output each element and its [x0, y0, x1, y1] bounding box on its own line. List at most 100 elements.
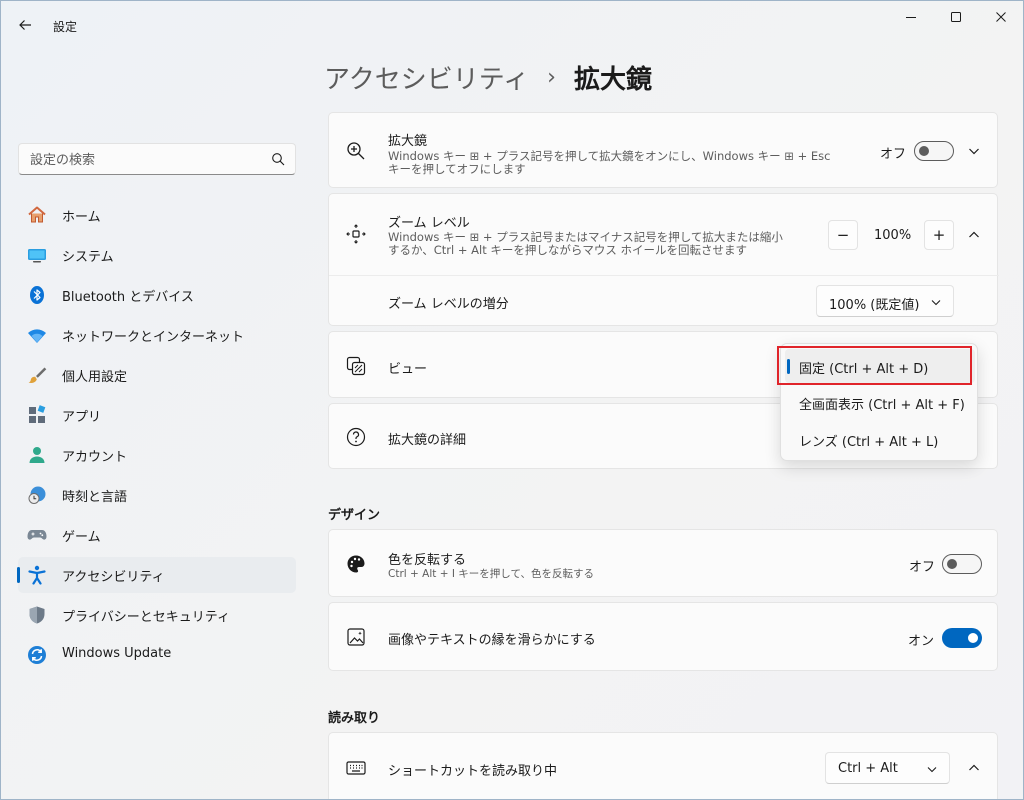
magnifier-card[interactable]: 拡大鏡 Windows キー ⊞ + プラス記号を押して拡大鏡をオンにし、Win… [328, 112, 998, 188]
chevron-down-icon [931, 300, 941, 306]
palette-icon [347, 555, 365, 573]
update-icon [28, 646, 46, 664]
zoom-level-title: ズーム レベル [388, 216, 470, 231]
help-icon [346, 427, 366, 447]
sidebar-item-label: プライバシーとセキュリティ [62, 610, 230, 625]
magnifier-title: 拡大鏡 [388, 134, 428, 149]
view-option-label: レンズ (Ctrl + Alt + L) [799, 435, 939, 450]
sidebar-item-home[interactable]: ホーム [18, 197, 296, 233]
zoom-level-card: ズーム レベル Windows キー ⊞ + プラス記号またはマイナス記号を押し… [328, 193, 999, 326]
invert-colors-title: 色を反転する [388, 553, 467, 568]
smooth-edges-toggle[interactable] [942, 628, 982, 648]
sidebar-item-label: システム [62, 250, 114, 265]
close-icon [996, 12, 1006, 22]
sidebar-nav: ホーム システム Bluetooth とデバイス ネットワークとインターネット … [17, 197, 296, 677]
magnifier-toggle-label: オフ [880, 147, 907, 162]
chevron-up-icon[interactable] [966, 227, 982, 243]
sidebar-item-accessibility[interactable]: アクセシビリティ [17, 557, 296, 593]
minimize-icon [906, 17, 916, 18]
view-layers-icon [346, 356, 366, 376]
zoom-decrease-button[interactable]: − [828, 220, 858, 250]
breadcrumb-separator: › [547, 64, 556, 90]
sidebar-item-label: アカウント [62, 450, 128, 465]
reading-shortcut-title: ショートカットを読み取り中 [388, 764, 558, 779]
view-title: ビュー [388, 362, 428, 377]
sidebar-item-label: ネットワークとインターネット [62, 330, 245, 345]
magnifier-toggle[interactable] [914, 141, 954, 161]
zoom-increment-dropdown[interactable]: 100% (既定値) [816, 285, 954, 317]
sidebar-item-label: Bluetooth とデバイス [62, 290, 194, 305]
maximize-icon [951, 12, 961, 22]
chevron-up-icon[interactable] [966, 760, 982, 776]
sidebar-item-time-language[interactable]: 時刻と言語 [18, 477, 296, 513]
image-icon [347, 628, 365, 646]
sidebar-item-accounts[interactable]: アカウント [18, 437, 296, 473]
sidebar-item-label: ホーム [62, 210, 101, 225]
zoom-increment-value: 100% (既定値) [829, 298, 920, 313]
invert-colors-toggle-label: オフ [909, 560, 936, 575]
breadcrumb-parent[interactable]: アクセシビリティ [324, 59, 529, 96]
zoom-increase-button[interactable]: + [924, 220, 954, 250]
apps-icon [29, 405, 46, 423]
sidebar-item-personalization[interactable]: 個人用設定 [18, 357, 296, 393]
annotation-highlight-box [777, 346, 972, 385]
sidebar-item-label: アクセシビリティ [62, 570, 165, 585]
sidebar-item-windows-update[interactable]: Windows Update [18, 637, 296, 673]
invert-colors-desc: Ctrl + Alt + I キーを押して、色を反転する [388, 568, 594, 580]
zoom-increment-title: ズーム レベルの増分 [388, 297, 509, 312]
chevron-down-icon[interactable] [966, 143, 982, 159]
minus-icon: − [836, 226, 850, 244]
zoom-in-icon [347, 142, 365, 160]
smooth-edges-card: 画像やテキストの縁を滑らかにする オン [328, 602, 998, 671]
chevron-down-icon [927, 767, 937, 773]
smooth-edges-title: 画像やテキストの縁を滑らかにする [388, 633, 596, 648]
card-divider [329, 275, 999, 276]
back-arrow-icon [19, 20, 31, 30]
search-icon[interactable] [271, 152, 285, 166]
keyboard-icon [346, 761, 366, 775]
sidebar-item-label: 時刻と言語 [62, 490, 128, 505]
page-title: 拡大鏡 [573, 64, 652, 95]
gamepad-icon [27, 530, 47, 540]
zoom-level-desc-line2: するか、Ctrl + Alt キーを押しながらマウス ホイールを回転させます [388, 243, 748, 257]
brush-icon [28, 367, 47, 384]
reading-section-title: 読み取り [328, 711, 381, 726]
sidebar-item-bluetooth[interactable]: Bluetooth とデバイス [18, 277, 296, 313]
time-language-icon [28, 486, 46, 504]
back-button[interactable] [13, 13, 37, 37]
system-icon [28, 249, 46, 263]
close-button[interactable] [978, 5, 1023, 29]
smooth-edges-toggle-label: オン [908, 634, 935, 649]
sidebar-item-privacy[interactable]: プライバシーとセキュリティ [18, 597, 296, 633]
settings-window: 設定 ホーム システム Bluetooth とデバイス ネットワークと [0, 0, 1024, 800]
breadcrumb: アクセシビリティ › 拡大鏡 [324, 57, 652, 97]
search-box [18, 143, 296, 175]
sidebar-item-label: 個人用設定 [62, 370, 128, 385]
sidebar-item-apps[interactable]: アプリ [18, 397, 296, 433]
view-option-lens[interactable]: レンズ (Ctrl + Alt + L) [785, 422, 975, 456]
maximize-button[interactable] [933, 5, 979, 29]
zoom-level-value: 100% [874, 228, 912, 243]
invert-colors-toggle[interactable] [942, 554, 982, 574]
sidebar-item-label: アプリ [62, 410, 102, 425]
shield-icon [29, 606, 45, 624]
home-icon [28, 206, 46, 223]
minimize-button[interactable] [888, 5, 934, 29]
title-bar: 設定 [1, 1, 1023, 49]
sidebar-item-gaming[interactable]: ゲーム [18, 517, 296, 553]
wifi-icon [28, 329, 46, 343]
view-option-fullscreen[interactable]: 全画面表示 (Ctrl + Alt + F) [785, 385, 975, 419]
move-arrows-icon [346, 224, 366, 244]
plus-icon: + [932, 226, 946, 244]
bluetooth-icon [30, 286, 44, 304]
accessibility-icon [28, 565, 46, 585]
design-section-title: デザイン [328, 508, 381, 523]
invert-colors-card: 色を反転する Ctrl + Alt + I キーを押して、色を反転する オフ [328, 529, 998, 597]
sidebar-item-network[interactable]: ネットワークとインターネット [18, 317, 296, 353]
sidebar-item-system[interactable]: システム [18, 237, 296, 273]
reading-shortcut-value: Ctrl + Alt [838, 761, 898, 776]
search-input[interactable] [30, 150, 260, 170]
view-option-label: 全画面表示 (Ctrl + Alt + F) [799, 398, 965, 413]
reading-shortcut-dropdown[interactable]: Ctrl + Alt [825, 752, 950, 784]
app-title: 設定 [53, 20, 78, 34]
